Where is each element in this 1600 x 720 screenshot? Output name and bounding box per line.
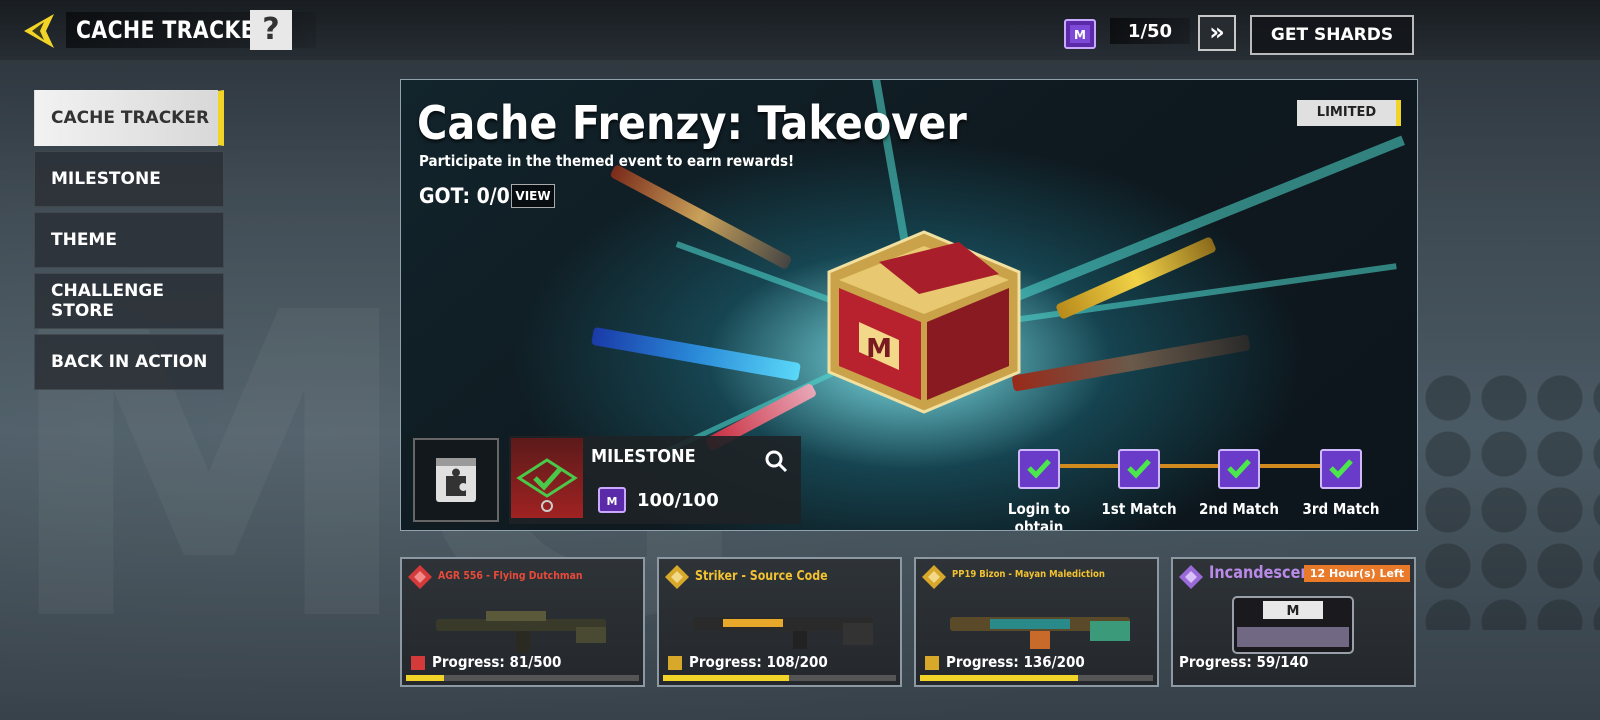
progress-bar-fill [406,675,444,681]
weapon-image [436,611,606,653]
check-icon [516,458,578,512]
rarity-badge-icon [1179,565,1203,589]
sidebar-item-milestone[interactable]: MILESTONE [34,151,224,207]
reward-card-incandescent[interactable]: Incandescent 12 Hour(s) Left M Progress:… [1171,557,1416,687]
sidebar-item-theme[interactable]: THEME [34,212,224,268]
rarity-badge-icon [408,565,432,589]
rarity-badge-icon [922,565,946,589]
track-step-label: 3rd Match [1302,500,1380,518]
reward-chest-icon[interactable] [1215,444,1263,492]
reward-chest-icon[interactable] [1015,444,1063,492]
track-step-label: 2nd Match [1199,500,1279,518]
event-title: Cache Frenzy: Takeover [417,96,967,150]
progress-bar [920,675,1153,681]
top-bar: CACHE TRACKER ? M 1/50 » GET SHARDS [0,0,1600,60]
weapon-image [1011,334,1251,392]
reward-card-agr556[interactable]: AGR 556 - Flying Dutchman Progress: 81/5… [400,557,645,687]
card-name: Striker - Source Code [695,569,828,584]
back-arrow-icon [24,14,54,48]
track-step-label: Login to obtain [1007,500,1071,531]
weapon-image [693,617,873,649]
cache-chest-image: M [1232,596,1354,654]
sidebar: CACHE TRACKER MILESTONE THEME CHALLENGE … [34,90,224,395]
cache-shard-icon: M [1064,19,1096,49]
event-banner: Cache Frenzy: Takeover Participate in th… [400,79,1418,531]
get-shards-button[interactable]: GET SHARDS [1250,15,1414,55]
progress-bar-fill [663,675,789,681]
milestone-count: 100/100 [637,490,719,511]
card-progress: Progress: 136/200 [946,653,1085,671]
svg-text:M: M [607,495,618,508]
puzzle-piece-icon [925,656,939,670]
limited-tag: LIMITED [1297,100,1401,126]
svg-text:M: M [1287,604,1300,619]
puzzle-button[interactable] [413,438,499,522]
sidebar-item-challenge-store[interactable]: CHALLENGE STORE [34,273,224,329]
puzzle-piece-icon [411,656,425,670]
progress-bar [663,675,896,681]
card-progress: Progress: 59/140 [1179,653,1309,671]
milestone-thumbnail[interactable] [511,438,583,518]
cache-chest-image: M [827,230,1021,414]
milestone-label: MILESTONE [591,446,696,467]
search-icon[interactable] [763,448,789,474]
help-button[interactable]: ? [250,10,292,50]
reward-card-striker[interactable]: Striker - Source Code Progress: 108/200 [657,557,902,687]
card-name: AGR 556 - Flying Dutchman [438,569,583,582]
progress-bar-fill [920,675,1079,681]
svg-text:M: M [1074,28,1086,42]
weapon-image [591,326,801,382]
track-step-label: 1st Match [1101,500,1177,518]
cache-shard-icon: M [598,487,626,513]
puzzle-icon [436,458,476,502]
progress-track-line [1041,464,1341,468]
weapon-image [950,617,1130,649]
time-left-badge: 12 Hour(s) Left [1303,565,1410,582]
event-subtitle: Participate in the themed event to earn … [419,152,795,170]
sidebar-item-back-in-action[interactable]: BACK IN ACTION [34,334,224,390]
reward-chest-icon[interactable] [1115,444,1163,492]
page-title: CACHE TRACKER [76,16,272,44]
shard-count: 1/50 [1110,18,1190,44]
puzzle-piece-icon [668,656,682,670]
next-arrow-button[interactable]: » [1198,15,1236,51]
card-name: PP19 Bizon - Mayan Malediction [952,569,1105,580]
rarity-badge-icon [665,565,689,589]
svg-text:M: M [866,334,892,364]
view-button[interactable]: VIEW [511,184,555,208]
card-progress: Progress: 108/200 [689,653,828,671]
sidebar-item-cache-tracker[interactable]: CACHE TRACKER [34,90,224,146]
progress-bar [406,675,639,681]
card-progress: Progress: 81/500 [432,653,562,671]
reward-card-pp19-bizon[interactable]: PP19 Bizon - Mayan Malediction Progress:… [914,557,1159,687]
milestone-panel[interactable]: MILESTONE M 100/100 [509,436,801,524]
back-button[interactable] [18,10,60,52]
background-dots [1420,370,1600,630]
card-name: Incandescent [1209,563,1318,583]
got-count: GOT: 0/0 [419,184,510,208]
reward-chest-icon[interactable] [1317,444,1365,492]
